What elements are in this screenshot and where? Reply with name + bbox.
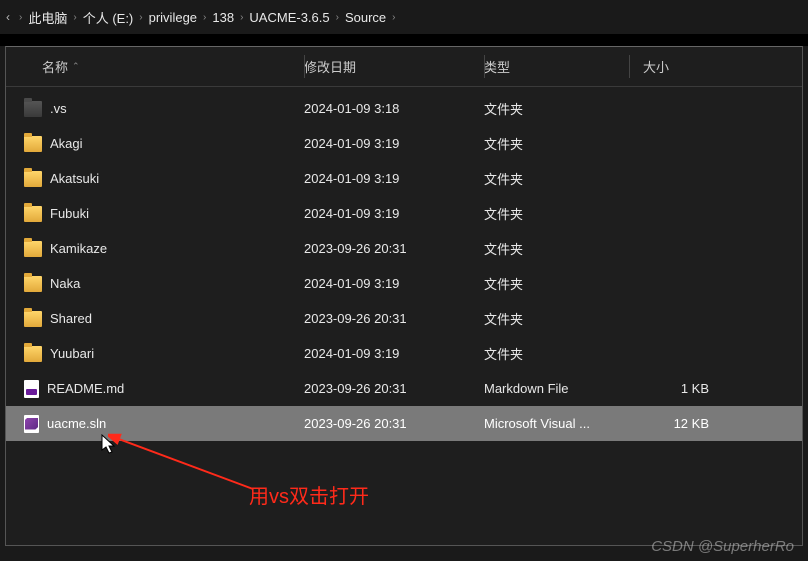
folder-icon (24, 241, 42, 257)
file-type: 文件夹 (484, 239, 629, 258)
file-type: 文件夹 (484, 274, 629, 293)
folder-icon (24, 311, 42, 327)
chevron-right-icon: › (240, 12, 243, 23)
file-name: Kamikaze (50, 241, 107, 256)
chevron-right-icon: › (336, 12, 339, 23)
file-date: 2024-01-09 3:19 (304, 171, 484, 186)
file-name: Akagi (50, 136, 83, 151)
chevron-right-icon: › (392, 12, 395, 23)
file-type: 文件夹 (484, 99, 629, 118)
file-size: 1 KB (629, 381, 729, 396)
toolbar-gap (0, 34, 808, 46)
file-date: 2024-01-09 3:19 (304, 206, 484, 221)
col-separator[interactable] (629, 55, 630, 78)
table-row[interactable]: Shared 2023-09-26 20:31文件夹 (6, 301, 802, 336)
file-type: Microsoft Visual ... (484, 416, 629, 431)
table-row[interactable]: Fubuki 2024-01-09 3:19文件夹 (6, 196, 802, 231)
file-date: 2024-01-09 3:19 (304, 346, 484, 361)
header-date[interactable]: 修改日期 (304, 57, 484, 76)
file-type: 文件夹 (484, 169, 629, 188)
caret-left-icon: ‹ (6, 10, 10, 24)
file-size: 12 KB (629, 416, 729, 431)
file-name: Akatsuki (50, 171, 99, 186)
table-row[interactable]: uacme.sln 2023-09-26 20:31Microsoft Visua… (6, 406, 802, 441)
crumb-138[interactable]: 138 (212, 10, 234, 25)
table-row[interactable]: README.md 2023-09-26 20:31Markdown File1 … (6, 371, 802, 406)
table-row[interactable]: .vs 2024-01-09 3:18文件夹 (6, 91, 802, 126)
file-date: 2024-01-09 3:18 (304, 101, 484, 116)
header-type[interactable]: 类型 (484, 57, 629, 76)
crumb-uacme[interactable]: UACME-3.6.5 (249, 10, 329, 25)
header-size[interactable]: 大小 (629, 57, 729, 76)
hidden-folder-icon (24, 101, 42, 117)
column-headers: 名称 ⌃ 修改日期 类型 大小 (6, 47, 802, 87)
file-date: 2023-09-26 20:31 (304, 416, 484, 431)
folder-icon (24, 136, 42, 152)
crumb-privilege[interactable]: privilege (149, 10, 197, 25)
file-date: 2024-01-09 3:19 (304, 276, 484, 291)
col-separator[interactable] (484, 55, 485, 78)
file-list-panel: 名称 ⌃ 修改日期 类型 大小 .vs2024-01-09 3:18文件夹Aka… (5, 46, 803, 546)
table-row[interactable]: Kamikaze 2023-09-26 20:31文件夹 (6, 231, 802, 266)
table-row[interactable]: Akatsuki 2024-01-09 3:19文件夹 (6, 161, 802, 196)
file-type: 文件夹 (484, 344, 629, 363)
folder-icon (24, 206, 42, 222)
col-separator[interactable] (304, 55, 305, 78)
file-name: Yuubari (50, 346, 94, 361)
markdown-file-icon (24, 380, 39, 398)
file-date: 2023-09-26 20:31 (304, 241, 484, 256)
file-date: 2023-09-26 20:31 (304, 311, 484, 326)
breadcrumb[interactable]: ‹ › 此电脑 › 个人 (E:) › privilege › 138 › UA… (0, 0, 808, 34)
folder-icon (24, 346, 42, 362)
chevron-right-icon: › (139, 12, 142, 23)
file-type: Markdown File (484, 381, 629, 396)
sort-asc-icon: ⌃ (72, 61, 80, 72)
folder-icon (24, 276, 42, 292)
solution-file-icon (24, 415, 39, 433)
file-name: README.md (47, 381, 124, 396)
file-date: 2023-09-26 20:31 (304, 381, 484, 396)
chevron-right-icon: › (19, 12, 22, 23)
chevron-right-icon: › (73, 12, 76, 23)
file-type: 文件夹 (484, 134, 629, 153)
file-list: .vs2024-01-09 3:18文件夹Akagi2024-01-09 3:1… (6, 87, 802, 441)
file-name: uacme.sln (47, 416, 106, 431)
file-name: Fubuki (50, 206, 89, 221)
table-row[interactable]: Yuubari 2024-01-09 3:19文件夹 (6, 336, 802, 371)
table-row[interactable]: Akagi 2024-01-09 3:19文件夹 (6, 126, 802, 161)
crumb-this-pc[interactable]: 此电脑 (28, 8, 67, 27)
file-name: Shared (50, 311, 92, 326)
file-type: 文件夹 (484, 309, 629, 328)
header-name-label: 名称 (42, 57, 68, 76)
crumb-drive[interactable]: 个人 (E:) (83, 8, 134, 27)
crumb-source[interactable]: Source (345, 10, 386, 25)
file-name: .vs (50, 101, 67, 116)
file-date: 2024-01-09 3:19 (304, 136, 484, 151)
table-row[interactable]: Naka 2024-01-09 3:19文件夹 (6, 266, 802, 301)
folder-icon (24, 171, 42, 187)
chevron-right-icon: › (203, 12, 206, 23)
header-name[interactable]: 名称 ⌃ (6, 57, 304, 76)
file-type: 文件夹 (484, 204, 629, 223)
file-name: Naka (50, 276, 80, 291)
